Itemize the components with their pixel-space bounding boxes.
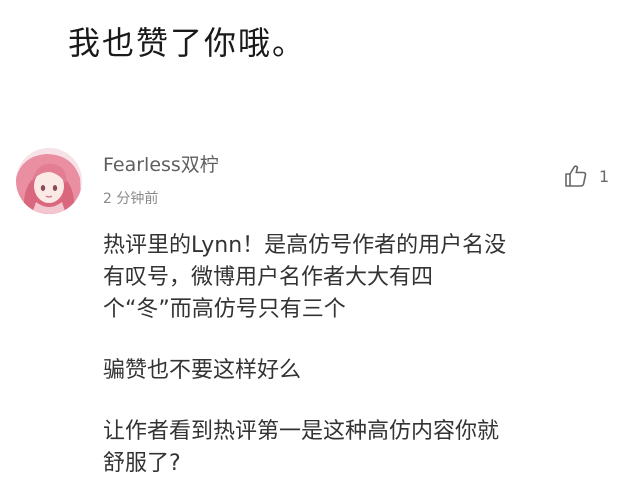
like-button[interactable]: 1 <box>563 162 609 190</box>
comment-paragraph: 热评里的Lynn！是高仿号作者的用户名没 有叹号，微博用户名作者大大有四 个“冬… <box>103 233 507 322</box>
quoted-text: 我也赞了你哦。 <box>68 24 307 62</box>
avatar-icon <box>16 148 82 214</box>
comment-card: Fearless双柠 2 分钟前 1 热评里的Lynn！是高仿号作者的用户名没 … <box>0 140 640 500</box>
like-count: 1 <box>599 166 610 186</box>
comment-body: 热评里的Lynn！是高仿号作者的用户名没 有叹号，微博用户名作者大大有四 个“冬… <box>103 230 623 480</box>
comment-paragraph: 让作者看到热评第一是这种高仿内容你就 舒服了? <box>103 419 500 476</box>
comment-time: 2 分钟前 <box>103 191 159 207</box>
avatar[interactable] <box>16 148 82 214</box>
thumbs-up-icon <box>565 165 587 187</box>
comment-paragraph: 骗赞也不要这样好么 <box>103 358 302 383</box>
username[interactable]: Fearless双柠 <box>103 150 219 177</box>
page: 我也赞了你哦。 Fearless双柠 2 分钟前 1 热评里的Lynn！是高仿号… <box>0 0 640 500</box>
